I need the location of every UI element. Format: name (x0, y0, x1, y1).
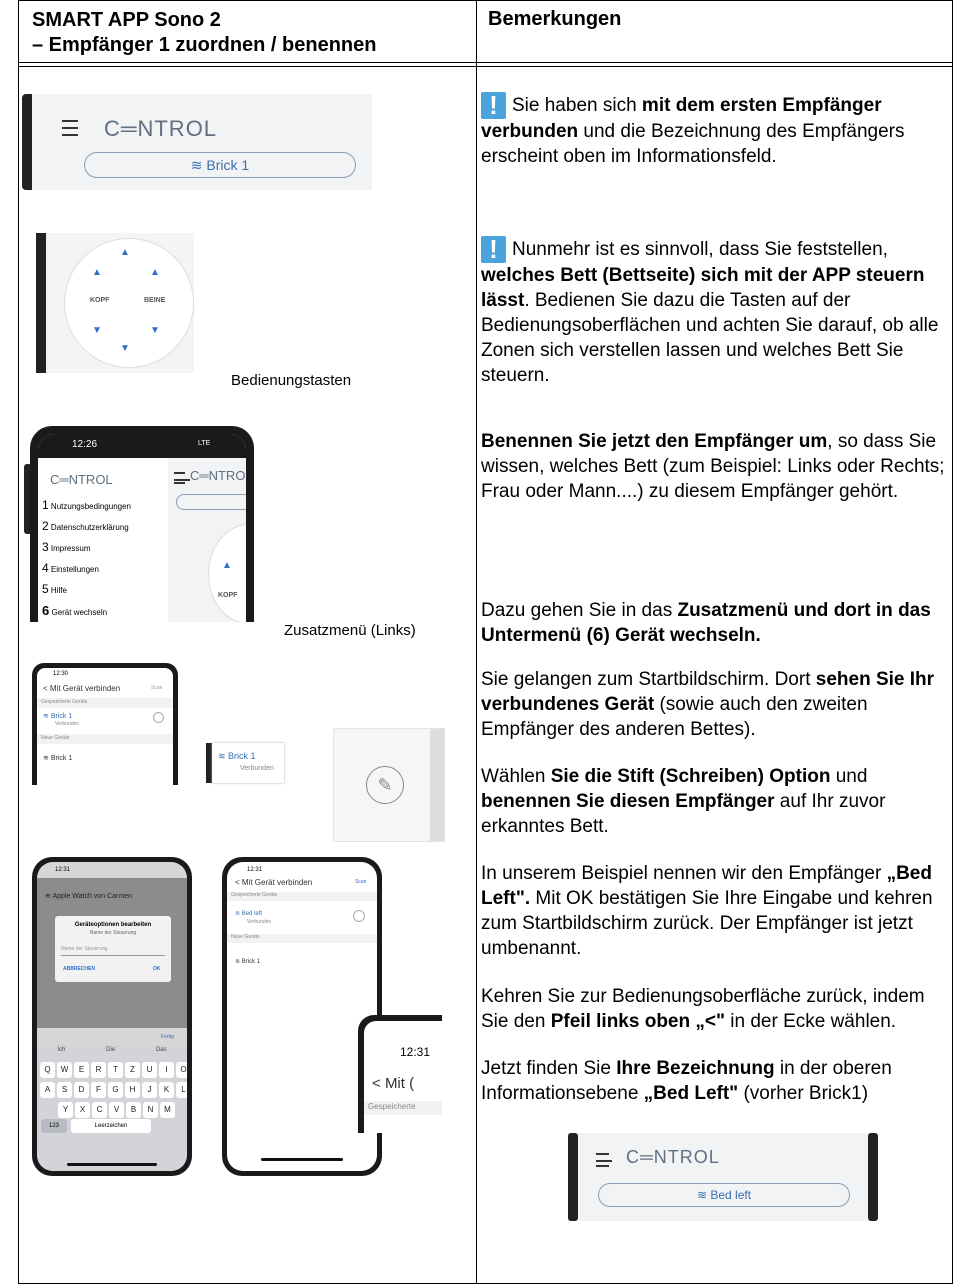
keyboard-key[interactable]: W (57, 1062, 72, 1078)
screenshot-back-arrow-zoom: 12:31 < Mit ( Gespeicherte (358, 1015, 442, 1133)
menu-item[interactable]: 1 Nutzungsbedingungen (42, 498, 172, 519)
exclamation-icon: ! (481, 92, 506, 119)
remark-9: Jetzt finden Sie Ihre Bezeichnung in der… (481, 1058, 892, 1104)
name-input[interactable]: Name der Steuerung (61, 946, 165, 956)
wifi-icon: ≋ (696, 1188, 707, 1202)
device-pill: ≋ Bed left (598, 1183, 850, 1207)
keyboard-key[interactable]: T (108, 1062, 123, 1078)
remark-8: Kehren Sie zur Bedienungsoberfläche zurü… (481, 986, 925, 1032)
wifi-icon: ≋ (190, 157, 203, 173)
exclamation-icon: ! (481, 236, 506, 263)
keyboard-key[interactable]: E (74, 1062, 89, 1078)
remark-3: Benennen Sie jetzt den Empfänger um, so … (481, 431, 945, 502)
keyboard-key[interactable]: U (142, 1062, 157, 1078)
keyboard-key[interactable]: G (108, 1082, 123, 1098)
keyboard-key[interactable]: J (142, 1082, 157, 1098)
screenshot-bed-left-bar: C═NTROL ≋ Bed left (568, 1133, 878, 1221)
remark-7: In unserem Beispiel nennen wir den Empfä… (481, 863, 933, 959)
ok-button[interactable]: OK (153, 966, 161, 972)
screenshot-rename-dialog: 12:31 ≋ Apple Watch von Carmen Geräteopt… (32, 857, 192, 1176)
keyboard-key[interactable]: M (160, 1102, 175, 1118)
up-arrow-icon: ▲ (92, 267, 102, 278)
remark-5: Sie gelangen zum Startbildschirm. Dort s… (481, 669, 935, 740)
keyboard-key[interactable]: S (57, 1082, 72, 1098)
down-arrow-icon: ▼ (150, 325, 160, 336)
control-logo: C═NTROL (104, 116, 218, 141)
caption-zusatzmenu: Zusatzmenü (Links) (284, 622, 416, 639)
up-arrow-icon: ▲ (150, 267, 160, 278)
remark-4: Dazu gehen Sie in das Zusatzmenü und dor… (481, 600, 931, 646)
doc-title: SMART APP Sono 2 (32, 9, 221, 31)
caption-bedienungstasten: Bedienungstasten (231, 372, 352, 389)
keyboard-key[interactable]: I (159, 1062, 174, 1078)
screenshot-info-bar: C═NTROL ≋ Brick 1 (22, 94, 372, 190)
menu-item[interactable]: 5 Hilfe (42, 582, 172, 603)
beine-label: BEINE (144, 297, 166, 304)
keyboard-key[interactable]: N (143, 1102, 158, 1118)
keyboard-key[interactable]: K (159, 1082, 174, 1098)
keyboard-key[interactable]: Q (40, 1062, 55, 1078)
keyboard-key[interactable]: L (176, 1082, 187, 1098)
screenshot-connect-device: 12:30 < Mit Gerät verbinden Scan Gespeic… (32, 663, 178, 785)
up-arrow-icon: ▲ (120, 247, 130, 258)
doc-subtitle: – Empfänger 1 zuordnen / benennen (32, 34, 377, 56)
device-pill: ≋ Brick 1 (84, 152, 356, 178)
table-header-left: SMART APP Sono 2 – Empfänger 1 zuordnen … (32, 8, 472, 58)
back-arrow-icon[interactable]: < Mit ( (372, 1075, 414, 1092)
keyboard[interactable]: IchDieDas QWERTZUIOPÜ ASDFGHJKLÖÄ YXCVBN… (37, 1045, 187, 1171)
keyboard-key[interactable]: F (91, 1082, 106, 1098)
keyboard-key[interactable]: Z (125, 1062, 140, 1078)
keyboard-key[interactable]: V (109, 1102, 124, 1118)
keyboard-key[interactable]: R (91, 1062, 106, 1078)
menu-item[interactable]: 3 Impressum (42, 540, 172, 561)
control-logo: C═NTROL (626, 1147, 720, 1167)
screenshot-pencil-zoom: ✎ (333, 728, 445, 842)
keyboard-key[interactable]: O (176, 1062, 187, 1078)
table-header-right: Bemerkungen (488, 8, 622, 30)
down-arrow-icon: ▼ (92, 325, 102, 336)
remark-2: ! Nunmehr ist es sinnvoll, dass Sie fests… (481, 234, 939, 386)
hamburger-icon (596, 1153, 612, 1167)
keyboard-key[interactable]: B (126, 1102, 141, 1118)
menu-item[interactable]: 4 Einstellungen (42, 561, 172, 582)
hamburger-icon (62, 120, 78, 136)
hamburger-icon (174, 472, 190, 484)
screenshot-control-buttons: ▲ ▲ ▲ KOPF BEINE ▼ ▼ ▼ (36, 233, 194, 373)
menu-item[interactable]: 2 Datenschutzerklärung (42, 519, 172, 540)
pencil-icon[interactable]: ✎ (366, 766, 404, 804)
keyboard-key[interactable]: A (40, 1082, 55, 1098)
side-menu-list: 1 Nutzungsbedingungen 2 Datenschutzerklä… (42, 498, 172, 622)
menu-item-geraet-wechseln[interactable]: 6 Gerät wechseln (42, 603, 172, 622)
screenshot-brick-zoom: ≋ Brick 1 Verbunden (206, 743, 284, 783)
keyboard-key[interactable]: C (92, 1102, 107, 1118)
pencil-icon[interactable] (153, 712, 164, 723)
down-arrow-icon: ▼ (120, 343, 130, 354)
keyboard-key[interactable]: D (74, 1082, 89, 1098)
kopf-label: KOPF (90, 297, 110, 304)
keyboard-key[interactable]: H (125, 1082, 140, 1098)
cancel-button[interactable]: ABBRECHEN (63, 966, 95, 972)
screenshot-side-menu: 12:26 LTE C═NTROL C═NTROL 1 Nutzungsbedi… (24, 426, 254, 622)
remark-6: Wählen Sie die Stift (Schreiben) Option … (481, 766, 886, 837)
rename-dialog: Geräteoptionen bearbeiten Name der Steue… (55, 916, 171, 982)
remark-1: ! Sie haben sich mit dem ersten Empfänger… (481, 90, 905, 167)
pencil-icon[interactable] (353, 910, 365, 922)
keyboard-key[interactable]: X (75, 1102, 90, 1118)
keyboard-key[interactable]: Y (58, 1102, 73, 1118)
